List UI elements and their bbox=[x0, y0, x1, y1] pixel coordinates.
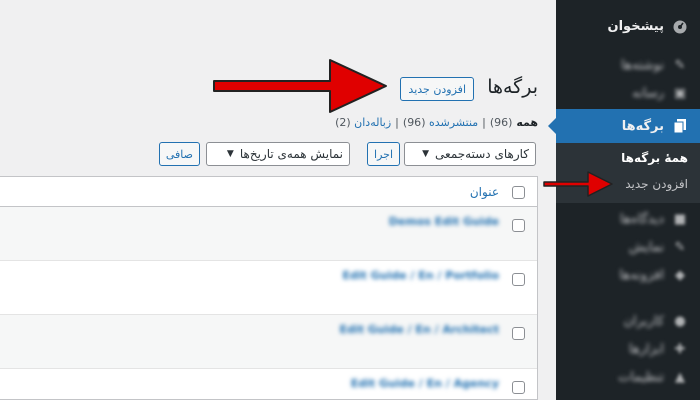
pages-table: عنوان Demos Edit Guide Edit Guide / En /… bbox=[0, 176, 538, 400]
row-checkbox[interactable] bbox=[512, 219, 525, 232]
sidebar-item-plugins[interactable]: ◆ افزونه‌ها bbox=[556, 264, 700, 286]
table-row: Edit Guide / En / Architect bbox=[0, 315, 537, 369]
sidebar-item-appearance[interactable]: ✎ نمایش bbox=[556, 236, 700, 258]
table-row: Edit Guide / En / Agency bbox=[0, 369, 537, 400]
arrow-annotation-add-new bbox=[213, 59, 387, 113]
row-title-link[interactable]: Edit Guide / En / Portfolio bbox=[342, 269, 499, 282]
pin-icon: ✎ bbox=[674, 57, 686, 73]
brush-icon: ✎ bbox=[674, 239, 686, 255]
submenu-add-new[interactable]: افزودن جدید bbox=[625, 177, 688, 191]
sidebar-item-label: برگه‌ها bbox=[621, 118, 664, 134]
filter-published[interactable]: منتشرشده (96) bbox=[403, 116, 478, 129]
sidebar-item-tools[interactable]: ✚ ابزارها bbox=[556, 338, 700, 360]
dashboard-gauge-icon bbox=[672, 18, 688, 34]
bulk-actions-select[interactable]: کارهای دسته‌جمعی ▼ bbox=[404, 142, 536, 166]
submenu-all-pages[interactable]: همهٔ برگه‌ها bbox=[621, 151, 688, 165]
sidebar-item-comments[interactable]: ■ دیدگاه‌ها bbox=[556, 208, 700, 230]
row-checkbox[interactable] bbox=[512, 381, 525, 394]
pages-icon bbox=[672, 118, 688, 134]
row-title-link[interactable]: Demos Edit Guide bbox=[389, 215, 499, 228]
select-all-checkbox[interactable] bbox=[512, 186, 525, 199]
wrench-icon: ✚ bbox=[674, 341, 686, 357]
filter-all[interactable]: همه (96) bbox=[490, 116, 538, 129]
sidebar-item-label: پیشخوان bbox=[607, 18, 665, 34]
plugin-icon: ◆ bbox=[675, 267, 685, 283]
sidebar-item-posts[interactable]: ✎ نوشته‌ها bbox=[556, 54, 700, 76]
column-title-header[interactable]: عنوان bbox=[470, 185, 499, 199]
row-title-link[interactable]: Edit Guide / En / Agency bbox=[351, 377, 499, 390]
media-icon: ▣ bbox=[673, 85, 687, 101]
admin-sidebar: پیشخوان ✎ نوشته‌ها ▣ رسانه برگه‌ها همهٔ … bbox=[548, 0, 700, 400]
page-title: برگه‌ها bbox=[487, 76, 538, 98]
comment-icon: ■ bbox=[673, 211, 687, 227]
add-new-page-button[interactable]: افزودن جدید bbox=[400, 77, 474, 101]
settings-icon: ▲ bbox=[675, 369, 685, 385]
row-checkbox[interactable] bbox=[512, 327, 525, 340]
sidebar-item-dashboard[interactable]: پیشخوان bbox=[556, 14, 700, 38]
sidebar-item-media[interactable]: ▣ رسانه bbox=[556, 82, 700, 104]
row-checkbox[interactable] bbox=[512, 273, 525, 286]
apply-bulk-button[interactable]: اجرا bbox=[367, 142, 400, 166]
sidebar-item-pages[interactable]: برگه‌ها bbox=[548, 109, 700, 143]
chevron-down-icon: ▼ bbox=[226, 149, 234, 159]
arrow-annotation-submenu bbox=[543, 171, 613, 197]
filter-separator: | bbox=[395, 116, 399, 129]
chevron-down-icon: ▼ bbox=[422, 149, 430, 159]
date-filter-select[interactable]: نمایش همه‌ی تاریخ‌ها ▼ bbox=[206, 142, 350, 166]
table-row: Edit Guide / En / Portfolio bbox=[0, 261, 537, 315]
filter-separator: | bbox=[482, 116, 486, 129]
row-title-link[interactable]: Edit Guide / En / Architect bbox=[340, 323, 499, 336]
sidebar-item-users[interactable]: ● کاربران bbox=[556, 310, 700, 332]
table-row: Demos Edit Guide bbox=[0, 207, 537, 261]
sidebar-item-settings[interactable]: ▲ تنظیمات bbox=[556, 366, 700, 388]
filter-button[interactable]: صافی bbox=[158, 142, 200, 166]
table-header-row: عنوان bbox=[0, 177, 537, 207]
user-icon: ● bbox=[674, 313, 686, 329]
